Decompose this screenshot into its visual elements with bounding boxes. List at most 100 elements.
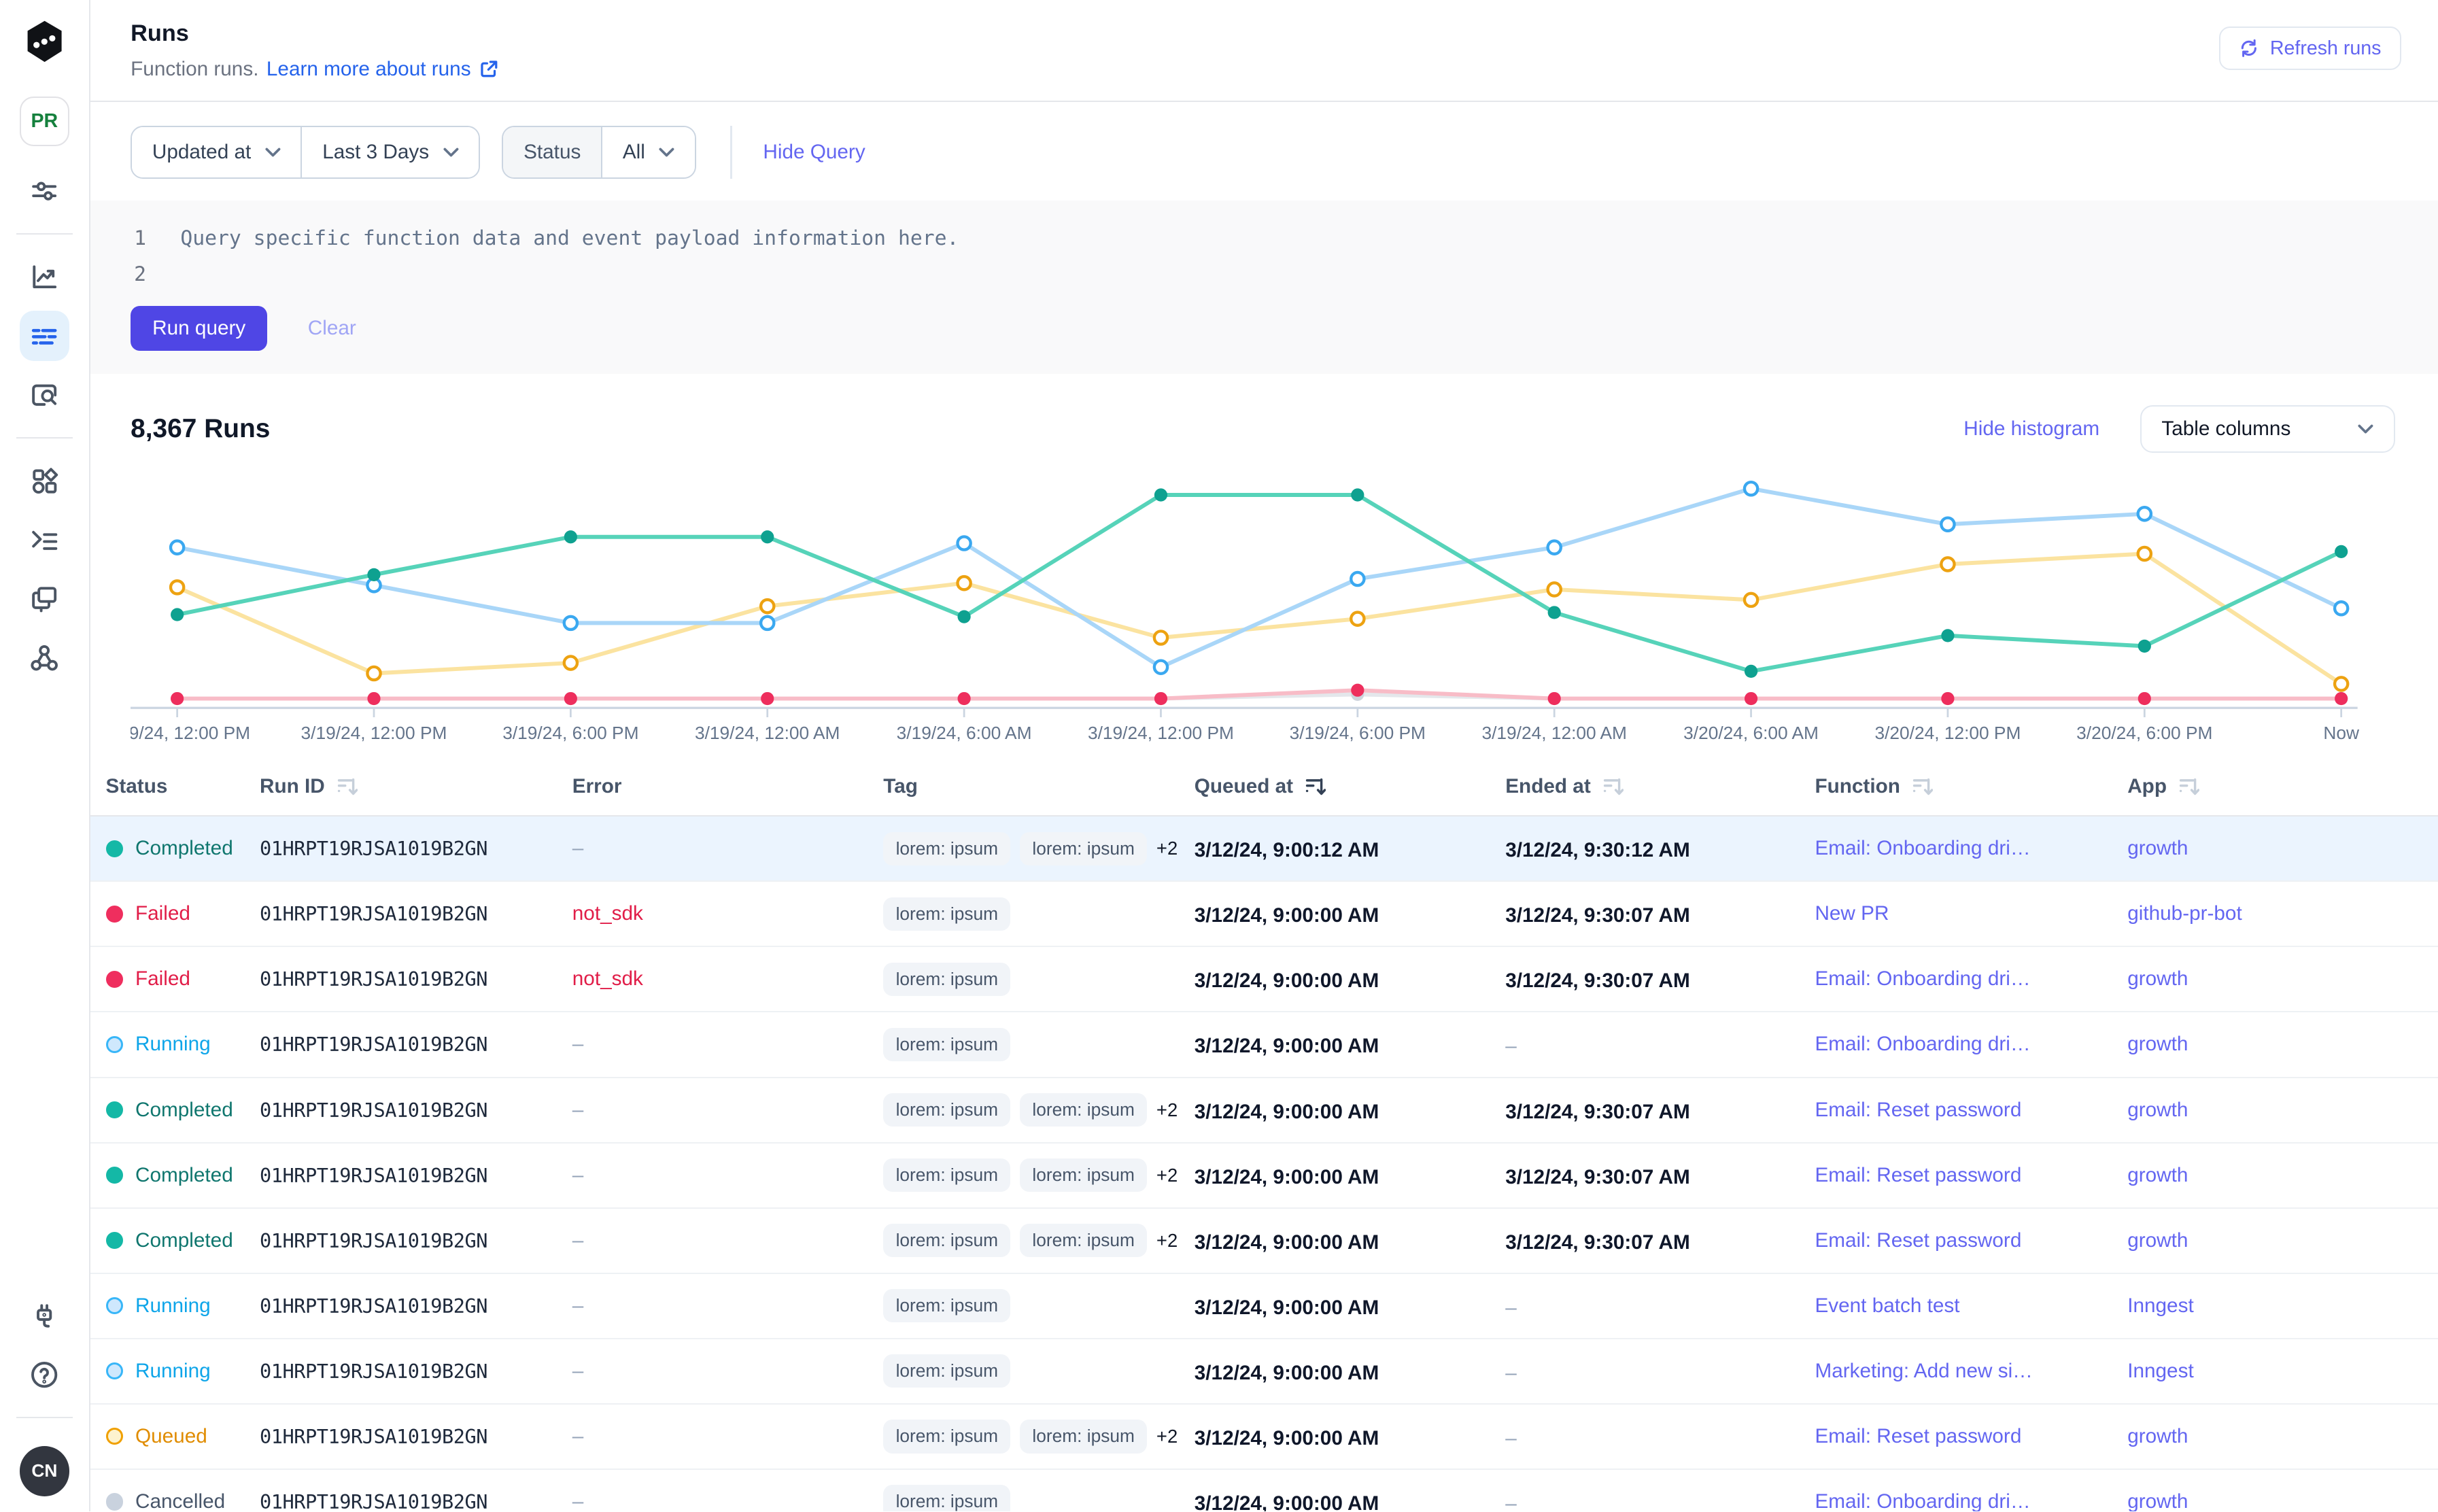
data-point-queued[interactable] xyxy=(1351,613,1364,625)
data-point-running[interactable] xyxy=(2138,507,2151,520)
column-header-status[interactable]: Status xyxy=(106,775,260,798)
app-link[interactable]: Inngest xyxy=(2127,1294,2438,1318)
data-point-queued[interactable] xyxy=(761,600,774,613)
column-header-tag[interactable]: Tag xyxy=(883,775,1194,798)
webhook-icon[interactable] xyxy=(20,633,69,683)
refresh-runs-button[interactable]: Refresh runs xyxy=(2219,27,2401,70)
help-icon[interactable] xyxy=(20,1350,69,1400)
data-point-running[interactable] xyxy=(761,617,774,630)
data-point-failed[interactable] xyxy=(2138,692,2151,705)
column-header-function[interactable]: Function xyxy=(1815,775,2127,798)
data-point-completed[interactable] xyxy=(1745,665,1757,678)
data-point-running[interactable] xyxy=(1941,518,1954,531)
app-link[interactable]: growth xyxy=(2127,967,2438,991)
function-link[interactable]: Email: Reset password xyxy=(1815,1099,2127,1122)
data-point-failed[interactable] xyxy=(1351,684,1364,697)
data-point-completed[interactable] xyxy=(1941,629,1954,642)
data-point-completed[interactable] xyxy=(368,568,381,581)
data-point-running[interactable] xyxy=(1548,541,1561,554)
function-link[interactable]: Email: Onboarding dri… xyxy=(1815,837,2127,860)
column-header-app[interactable]: App xyxy=(2127,775,2438,798)
apps-icon[interactable] xyxy=(20,456,69,505)
sort-field-dropdown[interactable]: Updated at xyxy=(132,127,301,177)
data-point-running[interactable] xyxy=(958,536,971,549)
app-link[interactable]: Inngest xyxy=(2127,1360,2438,1383)
data-point-queued[interactable] xyxy=(958,577,971,589)
column-header-run-id[interactable]: Run ID xyxy=(260,775,572,798)
data-point-queued[interactable] xyxy=(2138,547,2151,560)
column-header-queued-at[interactable]: Queued at xyxy=(1195,775,1505,798)
data-point-running[interactable] xyxy=(1154,661,1167,674)
plug-icon[interactable] xyxy=(20,1291,69,1341)
inngest-logo-icon[interactable] xyxy=(20,16,69,69)
data-point-completed[interactable] xyxy=(1548,606,1561,619)
events-terminal-icon[interactable] xyxy=(20,515,69,564)
function-link[interactable]: Email: Onboarding dri… xyxy=(1815,1490,2127,1512)
app-link[interactable]: github-pr-bot xyxy=(2127,902,2438,925)
data-point-failed[interactable] xyxy=(1941,692,1954,705)
data-point-failed[interactable] xyxy=(368,692,381,705)
data-point-completed[interactable] xyxy=(564,530,577,543)
data-point-failed[interactable] xyxy=(761,692,774,705)
table-row[interactable]: Completed01HRPT19RJSA1019B2GN–lorem: ips… xyxy=(90,1078,2438,1144)
table-row[interactable]: Cancelled01HRPT19RJSA1019B2GN–lorem: ips… xyxy=(90,1470,2438,1512)
data-point-failed[interactable] xyxy=(1745,692,1757,705)
table-row[interactable]: Running01HRPT19RJSA1019B2GN–lorem: ipsum… xyxy=(90,1012,2438,1078)
table-row[interactable]: Completed01HRPT19RJSA1019B2GN–lorem: ips… xyxy=(90,1144,2438,1209)
function-link[interactable]: Email: Reset password xyxy=(1815,1425,2127,1448)
data-point-queued[interactable] xyxy=(1548,583,1561,596)
sort-icon[interactable] xyxy=(336,776,358,797)
time-range-dropdown[interactable]: Last 3 Days xyxy=(301,127,479,177)
data-point-queued[interactable] xyxy=(564,656,577,669)
column-header-ended-at[interactable]: Ended at xyxy=(1505,775,1815,798)
runs-nav-runs-list-icon[interactable] xyxy=(20,311,69,360)
app-link[interactable]: growth xyxy=(2127,1229,2438,1252)
sort-icon[interactable] xyxy=(1911,776,1933,797)
data-point-queued[interactable] xyxy=(1941,557,1954,570)
table-row[interactable]: Completed01HRPT19RJSA1019B2GN–lorem: ips… xyxy=(90,1209,2438,1274)
app-link[interactable]: growth xyxy=(2127,1164,2438,1187)
sort-icon[interactable] xyxy=(1602,776,1624,797)
table-row[interactable]: Failed01HRPT19RJSA1019B2GNnot_sdklorem: … xyxy=(90,947,2438,1012)
data-point-queued[interactable] xyxy=(171,581,184,594)
function-link[interactable]: Email: Onboarding dri… xyxy=(1815,1033,2127,1056)
function-link[interactable]: New PR xyxy=(1815,902,2127,925)
data-point-failed[interactable] xyxy=(171,692,184,705)
learn-more-link[interactable]: Learn more about runs xyxy=(267,58,471,81)
data-point-queued[interactable] xyxy=(2335,677,2348,690)
workspace-badge[interactable]: PR xyxy=(20,97,69,146)
data-point-running[interactable] xyxy=(171,541,184,554)
avatar[interactable]: CN xyxy=(20,1446,69,1496)
data-point-queued[interactable] xyxy=(1154,631,1167,644)
run-query-button[interactable]: Run query xyxy=(131,306,267,351)
app-link[interactable]: growth xyxy=(2127,1425,2438,1448)
function-link[interactable]: Email: Reset password xyxy=(1815,1164,2127,1187)
metrics-nav-bar-chart-icon[interactable] xyxy=(20,252,69,302)
table-row[interactable]: Queued01HRPT19RJSA1019B2GN–lorem: ipsuml… xyxy=(90,1405,2438,1470)
clear-query-button[interactable]: Clear xyxy=(298,315,365,342)
data-point-completed[interactable] xyxy=(761,530,774,543)
function-link[interactable]: Email: Onboarding dri… xyxy=(1815,967,2127,991)
data-point-running[interactable] xyxy=(1351,572,1364,585)
sliders-icon[interactable] xyxy=(20,167,69,216)
app-link[interactable]: growth xyxy=(2127,837,2438,860)
hide-histogram-link[interactable]: Hide histogram xyxy=(1963,417,2099,441)
data-point-queued[interactable] xyxy=(368,667,381,680)
table-row[interactable]: Failed01HRPT19RJSA1019B2GNnot_sdklorem: … xyxy=(90,882,2438,947)
status-filter-dropdown[interactable]: All xyxy=(601,127,695,177)
sort-icon[interactable] xyxy=(2178,776,2199,797)
column-header-error[interactable]: Error xyxy=(572,775,883,798)
data-point-completed[interactable] xyxy=(1154,488,1167,501)
data-point-running[interactable] xyxy=(564,617,577,630)
table-columns-dropdown[interactable]: Table columns xyxy=(2140,405,2395,453)
data-point-running[interactable] xyxy=(1745,482,1757,495)
query-editor[interactable]: 1 Query specific function data and event… xyxy=(90,201,2438,375)
function-link[interactable]: Marketing: Add new si… xyxy=(1815,1360,2127,1383)
function-link[interactable]: Event batch test xyxy=(1815,1294,2127,1318)
data-point-running[interactable] xyxy=(2335,602,2348,615)
data-point-failed[interactable] xyxy=(2335,692,2348,705)
table-row[interactable]: Completed01HRPT19RJSA1019B2GN–lorem: ips… xyxy=(90,817,2438,882)
app-link[interactable]: growth xyxy=(2127,1033,2438,1056)
table-row[interactable]: Running01HRPT19RJSA1019B2GN–lorem: ipsum… xyxy=(90,1274,2438,1339)
data-point-failed[interactable] xyxy=(1548,692,1561,705)
